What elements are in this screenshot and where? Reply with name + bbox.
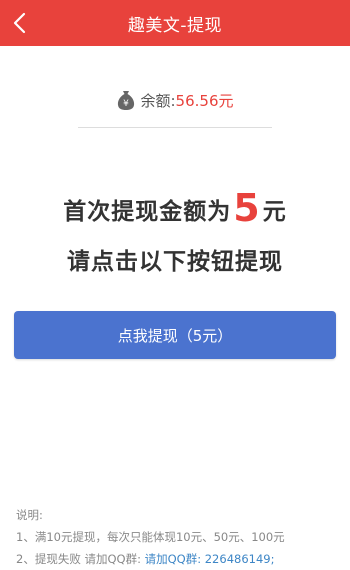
divider [78, 127, 272, 128]
notes-item-2: 2、提现失败 请加QQ群: 请加QQ群: 226486149; [16, 548, 346, 570]
withdraw-button[interactable]: 点我提现（5元） [14, 311, 336, 359]
headline-prefix: 首次提现金额为 [63, 199, 232, 225]
notes-section: 说明: 1、满10元提现，每次只能体现10元、50元、100元 2、提现失败 请… [16, 504, 346, 570]
notes-title: 说明: [16, 508, 43, 522]
svg-text:¥: ¥ [124, 99, 130, 109]
app-header: 趣美文-提现 [0, 0, 350, 46]
headline-suffix: 元 [262, 199, 287, 225]
headline-instruction: 请点击以下按钮提现 [67, 249, 283, 275]
notes-item-1: 1、满10元提现，每次只能体现10元、50元、100元 [16, 530, 285, 544]
withdraw-amount: 5 [233, 186, 261, 230]
back-button[interactable] [4, 8, 34, 38]
headline-first-withdraw: 首次提现金额为5元 [0, 189, 350, 227]
chevron-left-icon [13, 12, 26, 34]
money-bag-icon: ¥ [118, 91, 135, 110]
balance-row: ¥ 余额: 56.56元 [0, 88, 350, 112]
page-title: 趣美文-提现 [127, 15, 223, 36]
qq-group-link[interactable]: 请加QQ群: 226486149; [145, 552, 275, 566]
notes-item-2-text: 2、提现失败 请加QQ群: [16, 552, 145, 566]
balance-value: 56.56元 [175, 91, 234, 110]
balance-label: 余额: [140, 91, 176, 110]
